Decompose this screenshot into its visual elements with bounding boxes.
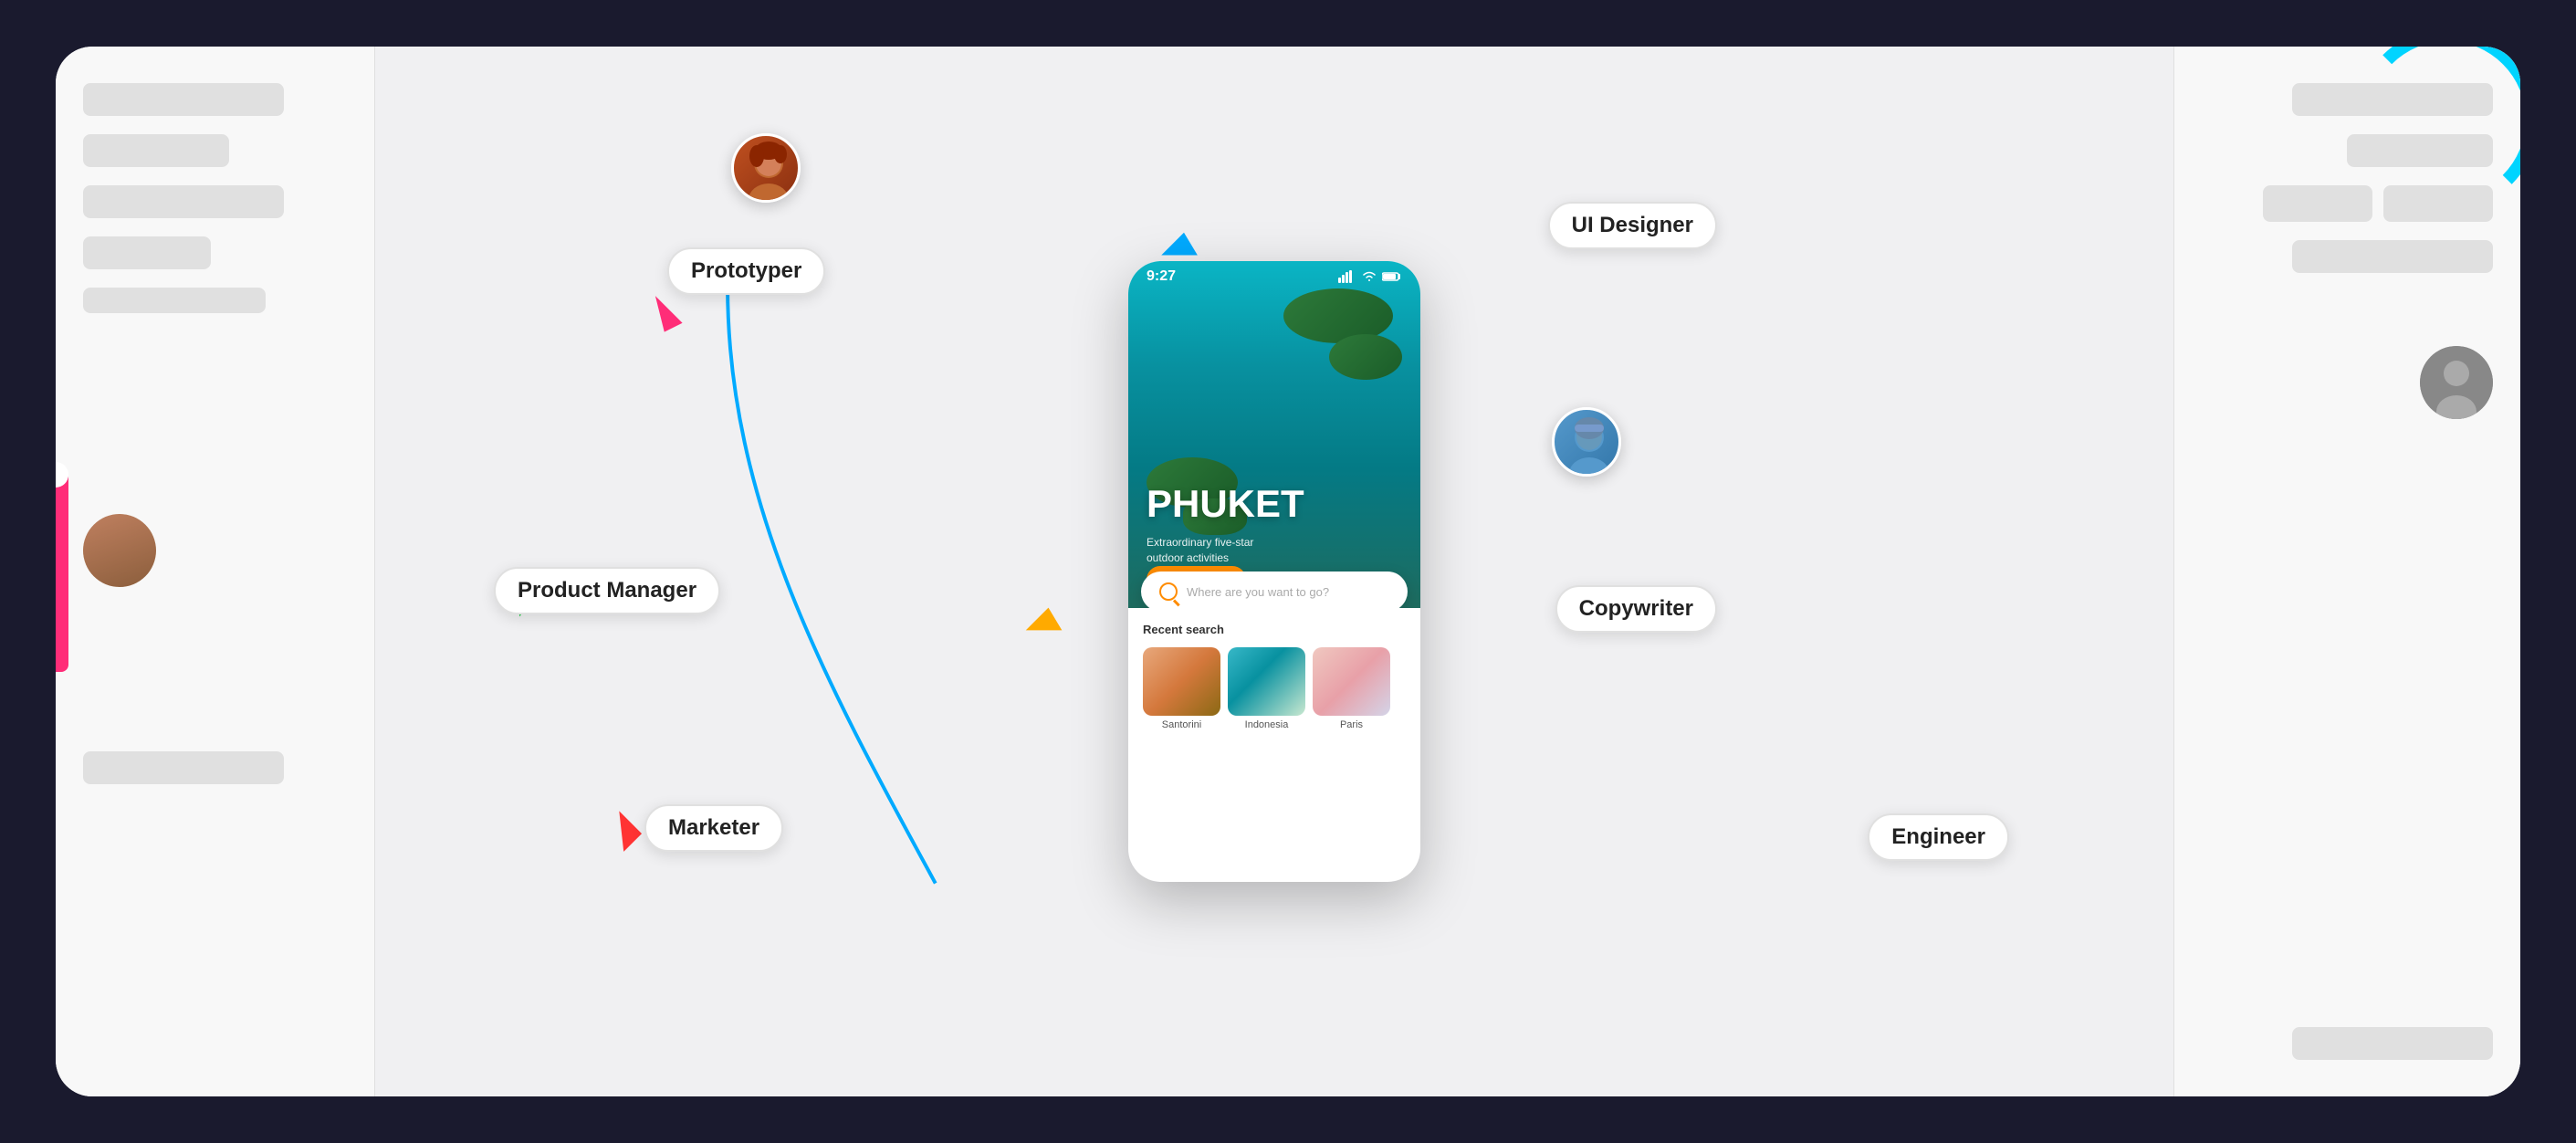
- right-sidebar-item-bottom: [2292, 1027, 2493, 1060]
- badge-engineer: Engineer: [1868, 813, 2009, 861]
- badge-product-manager: Product Manager: [494, 567, 720, 614]
- thumb-label-indonesia: Indonesia: [1228, 719, 1305, 730]
- badge-copywriter: Copywriter: [1555, 585, 1717, 633]
- thumb-label-santorini: Santorini: [1143, 719, 1220, 730]
- thumb-label-paris: Paris: [1313, 719, 1390, 730]
- sidebar-item-6: [83, 751, 284, 784]
- search-placeholder-text: Where are you want to go?: [1187, 585, 1329, 599]
- right-sidebar-avatar: [2420, 346, 2493, 419]
- badge-prototyper: Prototyper: [667, 247, 825, 295]
- phone-search-bar[interactable]: Where are you want to go?: [1141, 572, 1408, 608]
- recent-search-title: Recent search: [1143, 623, 1406, 636]
- right-sidebar-btn-1[interactable]: [2263, 185, 2372, 222]
- sidebar-item-2: [83, 134, 229, 167]
- main-container: Prototyper Product Manager Marketer UI D…: [56, 47, 2520, 1096]
- left-sidebar: [56, 47, 375, 1096]
- sidebar-item-1: [83, 83, 284, 116]
- destination-title: PHUKET: [1147, 482, 1304, 526]
- destination-subtitle: Extraordinary five-star outdoor activiti…: [1147, 535, 1293, 566]
- thumbnail-paris[interactable]: Paris: [1313, 647, 1390, 730]
- sidebar-item-3: [83, 185, 284, 218]
- badge-ui-designer: UI Designer: [1548, 202, 1717, 249]
- recent-thumbnails: Santorini Indonesia Paris: [1143, 647, 1406, 730]
- avatar-prototyper: [731, 133, 801, 203]
- phone-status-bar: 9:27: [1128, 261, 1420, 292]
- right-sidebar-item-3: [2292, 240, 2493, 273]
- search-icon: [1159, 582, 1178, 601]
- phone-mockup: 9:27: [1128, 261, 1420, 882]
- phone-hero-image: 9:27: [1128, 261, 1420, 608]
- thumbnail-santorini[interactable]: Santorini: [1143, 647, 1220, 730]
- sidebar-item-4: [83, 236, 211, 269]
- sidebar-item-5: [83, 288, 266, 313]
- left-sidebar-avatar: [83, 514, 156, 587]
- island-2: [1329, 334, 1402, 380]
- badge-marketer: Marketer: [644, 804, 783, 852]
- phone-bottom-content: Recent search Santorini Indonesia Paris: [1128, 608, 1420, 745]
- main-canvas: Prototyper Product Manager Marketer UI D…: [375, 47, 2173, 1096]
- phone-time: 9:27: [1147, 268, 1176, 285]
- pink-vertical-bar: [56, 471, 68, 672]
- avatar-copywriter: [1552, 407, 1621, 477]
- thumbnail-indonesia[interactable]: Indonesia: [1228, 647, 1305, 730]
- phone-signal-icons: [1338, 270, 1402, 283]
